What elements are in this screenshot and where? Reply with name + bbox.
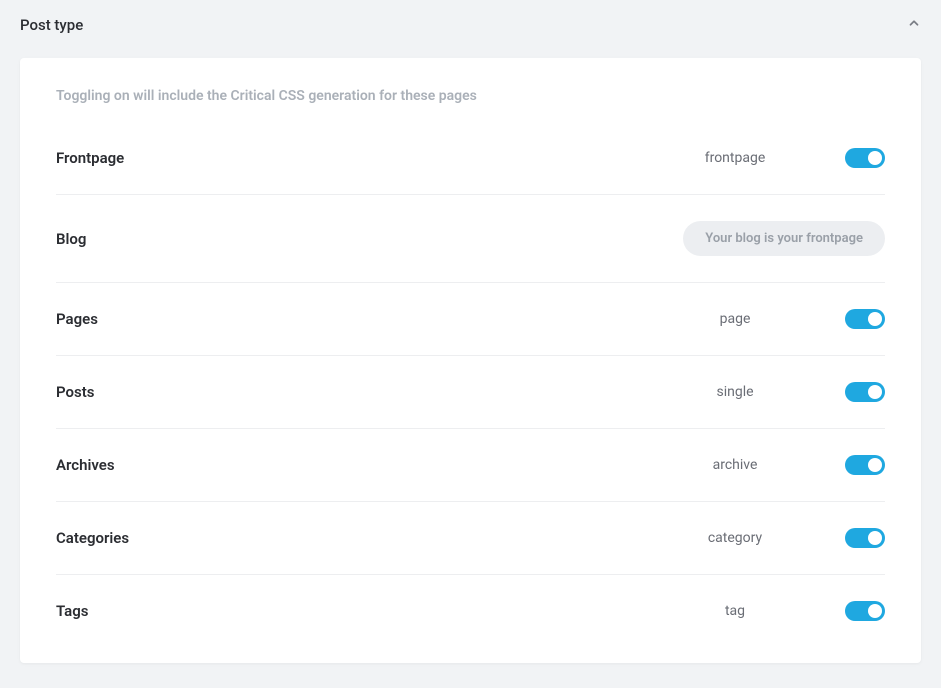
- toggle-switch[interactable]: [845, 528, 885, 548]
- setting-row: Categories category: [56, 502, 885, 575]
- card-description: Toggling on will include the Critical CS…: [56, 88, 885, 104]
- toggle-knob: [868, 312, 882, 326]
- row-control: [835, 148, 885, 168]
- toggle-switch[interactable]: [845, 148, 885, 168]
- toggle-knob: [868, 151, 882, 165]
- row-label: Categories: [56, 529, 635, 547]
- toggle-knob: [868, 604, 882, 618]
- row-value: tag: [655, 603, 815, 619]
- row-label: Blog: [56, 230, 643, 248]
- section-header: Post type: [0, 0, 941, 48]
- row-value: single: [655, 384, 815, 400]
- row-control: [835, 601, 885, 621]
- row-label: Tags: [56, 602, 635, 620]
- toggle-knob: [868, 385, 882, 399]
- setting-row: Blog Your blog is your frontpage: [56, 195, 885, 283]
- row-control: Your blog is your frontpage: [683, 221, 885, 256]
- section-title: Post type: [20, 16, 83, 34]
- row-value: category: [655, 530, 815, 546]
- row-label: Posts: [56, 383, 635, 401]
- setting-row: Archives archive: [56, 429, 885, 502]
- row-label: Archives: [56, 456, 635, 474]
- row-value: frontpage: [655, 150, 815, 166]
- toggle-switch[interactable]: [845, 455, 885, 475]
- row-control: [835, 382, 885, 402]
- setting-row: Tags tag: [56, 575, 885, 647]
- setting-row: Frontpage frontpage: [56, 122, 885, 195]
- setting-row: Posts single: [56, 356, 885, 429]
- toggle-knob: [868, 531, 882, 545]
- row-control: [835, 309, 885, 329]
- toggle-switch[interactable]: [845, 309, 885, 329]
- info-badge: Your blog is your frontpage: [683, 221, 885, 256]
- row-value: archive: [655, 457, 815, 473]
- setting-row: Pages page: [56, 283, 885, 356]
- row-label: Frontpage: [56, 149, 635, 167]
- row-value: page: [655, 311, 815, 327]
- row-control: [835, 528, 885, 548]
- row-label: Pages: [56, 310, 635, 328]
- row-control: [835, 455, 885, 475]
- toggle-switch[interactable]: [845, 382, 885, 402]
- toggle-knob: [868, 458, 882, 472]
- collapse-icon[interactable]: [907, 16, 921, 34]
- toggle-switch[interactable]: [845, 601, 885, 621]
- settings-card: Toggling on will include the Critical CS…: [20, 58, 921, 663]
